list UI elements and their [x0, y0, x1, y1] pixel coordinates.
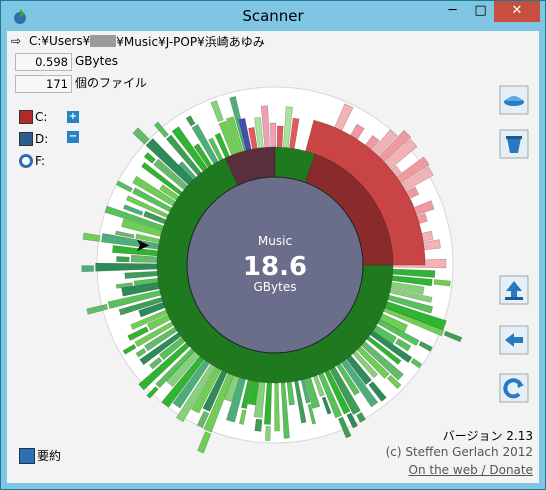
- outer-segment: [269, 122, 277, 148]
- close-button[interactable]: ✕: [494, 1, 540, 22]
- back-arrow-button[interactable]: [499, 325, 529, 355]
- up-arrow-button[interactable]: [499, 275, 529, 305]
- version-label: バージョン 2.13: [442, 429, 533, 443]
- center-unit: GBytes: [254, 280, 297, 294]
- summary-button[interactable]: 要約: [19, 447, 61, 464]
- title-bar: Scanner ─ □ ✕: [1, 1, 545, 31]
- summary-label: 要約: [37, 449, 62, 463]
- outer-segment: [116, 256, 130, 263]
- sunburst-chart[interactable]: Music 18.6GBytes: [7, 31, 539, 483]
- web-donate-link[interactable]: On the web / Donate: [409, 463, 534, 477]
- copyright-label: (c) Steffen Gerlach 2012: [385, 445, 533, 459]
- minimize-button[interactable]: ─: [439, 1, 466, 22]
- scanner-window: Scanner ─ □ ✕ ⇨ C:¥Users¥ ¥Music¥J-POP¥浜…: [0, 0, 546, 490]
- outer-segment: [254, 418, 263, 432]
- outer-segment: [197, 431, 212, 454]
- outer-segment: [264, 425, 271, 442]
- outer-segment: [443, 330, 463, 343]
- outer-segment: [81, 265, 95, 273]
- folder-up-button[interactable]: [499, 85, 529, 115]
- summary-icon: [19, 447, 35, 464]
- center-value: 18.6: [243, 252, 307, 282]
- outer-segment: [276, 125, 284, 148]
- maximize-button[interactable]: □: [467, 1, 494, 22]
- outer-segment: [132, 127, 150, 145]
- mouse-cursor-icon: ➤: [135, 235, 151, 256]
- trash-button[interactable]: [499, 129, 529, 159]
- outer-segment: [82, 232, 101, 242]
- refresh-button[interactable]: [499, 373, 529, 403]
- center-top-label: Music: [258, 234, 292, 248]
- client-area: ⇨ C:¥Users¥ ¥Music¥J-POP¥浜崎あゆみ 0.598 GBy…: [7, 31, 539, 483]
